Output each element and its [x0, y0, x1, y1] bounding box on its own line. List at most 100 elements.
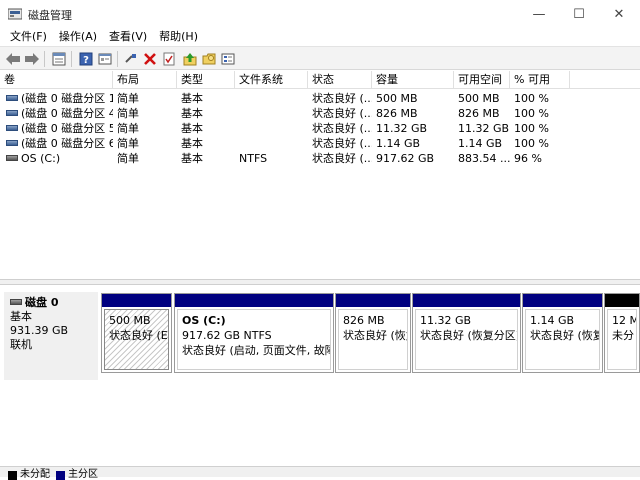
- disk-list-icon[interactable]: [50, 50, 68, 68]
- back-arrow-icon[interactable]: [4, 50, 22, 68]
- partition-status: 未分: [612, 329, 634, 342]
- legend-swatch: [8, 470, 17, 480]
- up-icon[interactable]: [181, 50, 199, 68]
- partition-size: 500 MB: [109, 314, 151, 327]
- partition-recovery-2[interactable]: 11.32 GB 状态良好 (恢复分区): [412, 293, 521, 373]
- check-icon[interactable]: [160, 50, 178, 68]
- volume-layout: 简单: [117, 92, 139, 105]
- volume-free-space: 826 MB: [458, 107, 500, 120]
- menu-bar: 文件(F) 操作(A) 查看(V) 帮助(H): [0, 28, 640, 46]
- disk-management-app-icon: [8, 8, 22, 20]
- volume-filesystem: [235, 91, 308, 106]
- disk-0-label[interactable]: 磁盘 0 基本 931.39 GB 联机: [4, 292, 98, 380]
- menu-file[interactable]: 文件(F): [4, 28, 53, 46]
- properties-icon[interactable]: [96, 50, 114, 68]
- title-bar: 磁盘管理 — ☐ ✕: [0, 0, 640, 28]
- volume-icon: [6, 95, 18, 101]
- volume-status: 状态良好 (...: [312, 107, 372, 120]
- volume-filesystem: [235, 121, 308, 136]
- column-header-type[interactable]: 类型: [177, 71, 235, 89]
- forward-arrow-icon[interactable]: [23, 50, 41, 68]
- volume-free-space: 11.32 GB: [458, 122, 510, 135]
- partition-header-bar: [605, 294, 639, 307]
- delete-icon[interactable]: [141, 50, 159, 68]
- volume-name: OS (C:): [21, 152, 61, 165]
- menu-view[interactable]: 查看(V): [103, 28, 153, 46]
- volume-type: 基本: [181, 137, 203, 150]
- partition-size: 1.14 GB: [530, 314, 575, 327]
- window-title: 磁盘管理: [28, 9, 72, 22]
- column-header-free-space[interactable]: 可用空间: [454, 71, 510, 89]
- volume-free-space: 500 MB: [458, 92, 500, 105]
- disk-management-window: 磁盘管理 — ☐ ✕ 文件(F) 操作(A) 查看(V) 帮助(H) ? 卷 布…: [0, 0, 640, 480]
- close-button[interactable]: ✕: [596, 0, 640, 28]
- partition-status: 状态良好 (恢复: [343, 329, 407, 342]
- volume-row[interactable]: (磁盘 0 磁盘分区 1) 简单 基本 状态良好 (... 500 MB 500…: [0, 91, 640, 106]
- volume-percent-free: 100 %: [514, 107, 549, 120]
- partition-size: 11.32 GB: [420, 314, 472, 327]
- column-header-layout[interactable]: 布局: [113, 71, 177, 89]
- settings-icon[interactable]: [219, 50, 237, 68]
- volume-type: 基本: [181, 152, 203, 165]
- column-header-capacity[interactable]: 容量: [372, 71, 454, 89]
- partition-status: 状态良好 (EFI: [109, 329, 168, 342]
- menu-action[interactable]: 操作(A): [53, 28, 103, 46]
- partition-header-bar: [102, 294, 171, 307]
- volume-percent-free: 100 %: [514, 122, 549, 135]
- partition-efi[interactable]: 500 MB 状态良好 (EFI: [101, 293, 172, 373]
- volume-row[interactable]: (磁盘 0 磁盘分区 5) 简单 基本 状态良好 (... 11.32 GB 1…: [0, 121, 640, 136]
- volume-row[interactable]: OS (C:) 简单 基本 NTFS 状态良好 (... 917.62 GB 8…: [0, 151, 640, 166]
- volume-capacity: 500 MB: [376, 92, 418, 105]
- volume-status: 状态良好 (...: [312, 152, 372, 165]
- pane-splitter[interactable]: [0, 280, 640, 285]
- partition-title: OS (C:): [182, 314, 226, 327]
- volume-layout: 简单: [117, 122, 139, 135]
- system-volume-icon: [6, 155, 18, 161]
- partition-status: 状态良好 (恢复: [530, 329, 600, 342]
- connect-icon[interactable]: [122, 50, 140, 68]
- volume-layout: 简单: [117, 152, 139, 165]
- column-header-filesystem[interactable]: 文件系统: [235, 71, 308, 89]
- partition-recovery-3[interactable]: 1.14 GB 状态良好 (恢复: [522, 293, 603, 373]
- legend-swatch: [56, 470, 65, 480]
- partition-size: 917.62 GB NTFS: [182, 329, 272, 342]
- volume-layout: 简单: [117, 137, 139, 150]
- volume-free-space: 883.54 ...: [458, 152, 510, 165]
- volume-name: (磁盘 0 磁盘分区 4): [21, 107, 113, 120]
- partition-os-c[interactable]: OS (C:) 917.62 GB NTFS 状态良好 (启动, 页面文件, 故…: [174, 293, 334, 373]
- volume-name: (磁盘 0 磁盘分区 5): [21, 122, 113, 135]
- volume-row[interactable]: (磁盘 0 磁盘分区 6) 简单 基本 状态良好 (... 1.14 GB 1.…: [0, 136, 640, 151]
- volume-row[interactable]: (磁盘 0 磁盘分区 4) 简单 基本 状态良好 (... 826 MB 826…: [0, 106, 640, 121]
- partition-unallocated[interactable]: 12 M 未分: [604, 293, 640, 373]
- volume-capacity: 11.32 GB: [376, 122, 428, 135]
- legend-label: 主分区: [68, 469, 98, 480]
- legend-unallocated: 未分配: [8, 470, 50, 480]
- disk-state: 联机: [10, 338, 32, 351]
- legend-primary: 主分区: [56, 470, 98, 480]
- partition-size: 12 M: [612, 314, 637, 327]
- volume-icon: [6, 140, 18, 146]
- partition-status: 状态良好 (恢复分区): [420, 329, 518, 342]
- volume-capacity: 1.14 GB: [376, 137, 421, 150]
- svg-text:?: ?: [83, 55, 89, 66]
- partition-recovery-1[interactable]: 826 MB 状态良好 (恢复: [335, 293, 411, 373]
- partition-header-bar: [336, 294, 410, 307]
- volume-list-header: 卷 布局 类型 文件系统 状态 容量 可用空间 % 可用: [0, 71, 640, 89]
- volume-icon: [6, 125, 18, 131]
- legend-label: 未分配: [20, 469, 50, 480]
- volume-type: 基本: [181, 92, 203, 105]
- folder-icon[interactable]: [200, 50, 218, 68]
- volume-status: 状态良好 (...: [312, 92, 372, 105]
- column-header-status[interactable]: 状态: [308, 71, 372, 89]
- volume-type: 基本: [181, 107, 203, 120]
- volume-type: 基本: [181, 122, 203, 135]
- disk-type: 基本: [10, 310, 32, 323]
- column-header-volume[interactable]: 卷: [0, 71, 113, 89]
- volume-capacity: 917.62 GB: [376, 152, 435, 165]
- menu-help[interactable]: 帮助(H): [153, 28, 204, 46]
- partition-status: 状态良好 (启动, 页面文件, 故障转: [182, 344, 331, 357]
- disk-graphical-view: 磁盘 0 基本 931.39 GB 联机 500 MB 状态良好 (EFI OS…: [0, 286, 640, 466]
- help-icon[interactable]: ?: [77, 50, 95, 68]
- volume-layout: 简单: [117, 107, 139, 120]
- column-header-percent-free[interactable]: % 可用: [510, 71, 570, 89]
